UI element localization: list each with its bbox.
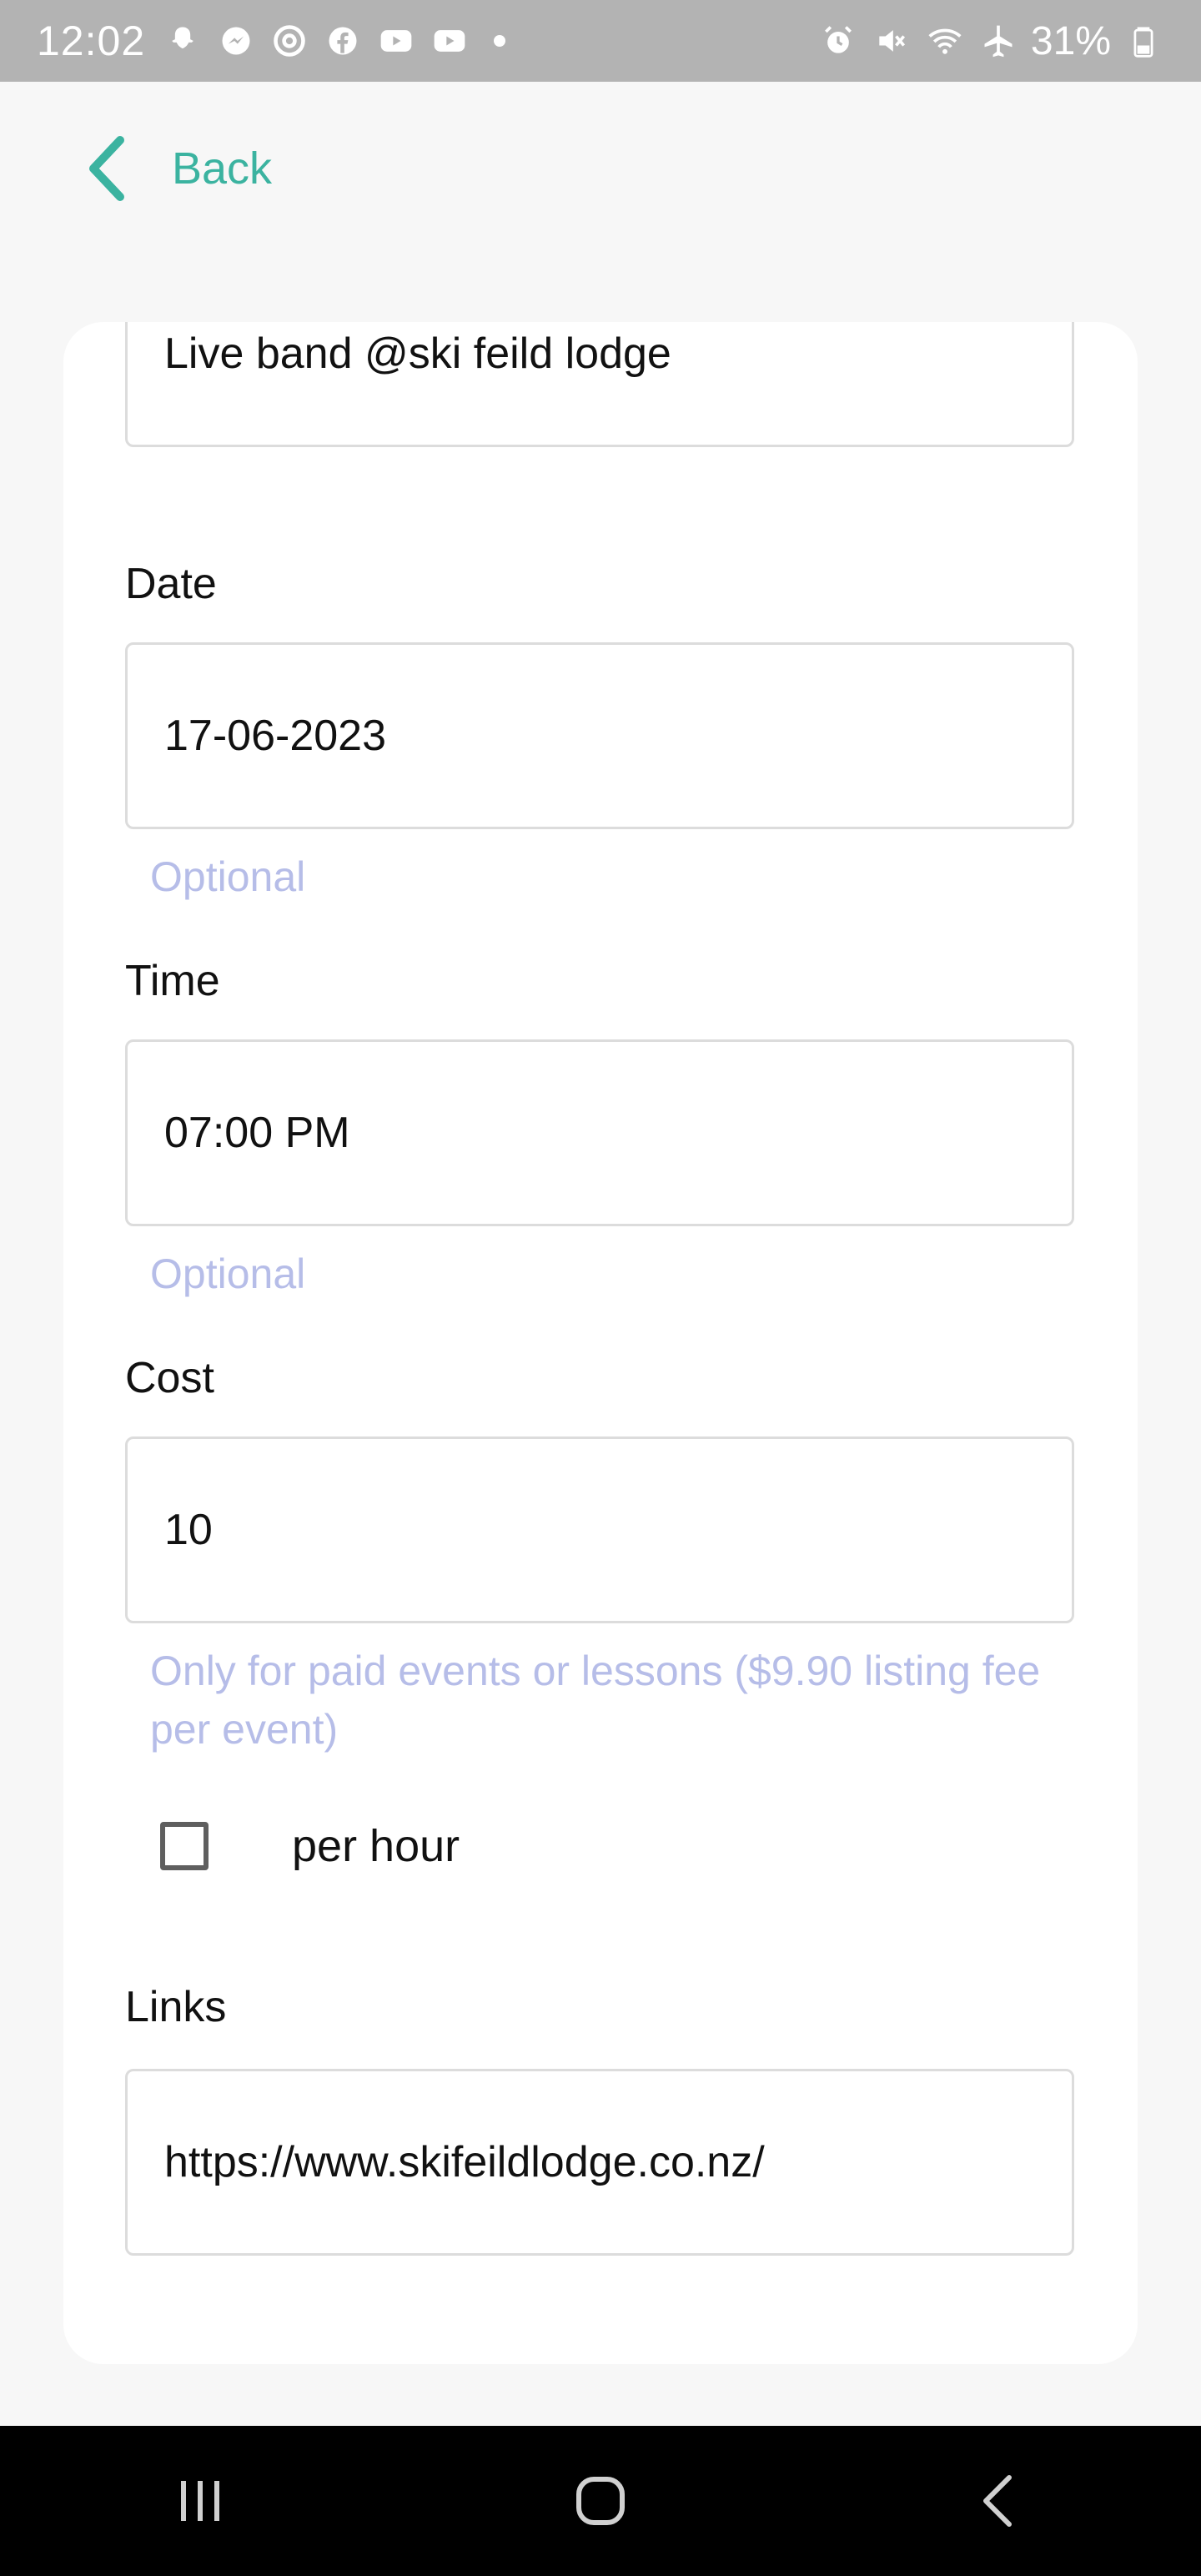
- title-input[interactable]: Live band @ski feild lodge: [125, 322, 1074, 447]
- navigation-bar: [0, 2426, 1201, 2576]
- title-value: Live band @ski feild lodge: [164, 330, 671, 378]
- per-hour-option[interactable]: per hour: [160, 1820, 460, 1872]
- cost-input[interactable]: 10: [125, 1436, 1074, 1623]
- time-hint: Optional: [150, 1250, 306, 1297]
- alarm-icon: [817, 20, 859, 62]
- date-value: 17-06-2023: [164, 712, 386, 760]
- cost-hint: Only for paid events or lessons ($9.90 l…: [150, 1648, 1041, 1753]
- cost-label: Cost: [125, 1354, 214, 1402]
- facebook-icon: [322, 20, 364, 62]
- snapchat-icon: [162, 20, 204, 62]
- status-time: 12:02: [37, 18, 146, 64]
- back-icon: [983, 2475, 1012, 2527]
- mute-icon: [871, 20, 912, 62]
- per-hour-checkbox[interactable]: [160, 1822, 209, 1870]
- time-label: Time: [125, 957, 220, 1005]
- youtube-icon: [429, 20, 470, 62]
- date-label: Date: [125, 560, 217, 608]
- date-input[interactable]: 17-06-2023: [125, 642, 1074, 829]
- per-hour-label: per hour: [292, 1821, 460, 1871]
- chrome-icon: [269, 20, 310, 62]
- back-label: Back: [172, 143, 273, 194]
- airplane-icon: [977, 20, 1019, 62]
- chevron-left-icon: [89, 136, 124, 201]
- home-button[interactable]: [542, 2459, 659, 2543]
- event-form-card: Live band @ski feild lodge Date 17-06-20…: [63, 322, 1138, 2364]
- cost-value: 10: [164, 1506, 213, 1554]
- status-bar: 12:02 31%: [0, 0, 1201, 82]
- links-input[interactable]: https://www.skifeildlodge.co.nz/: [125, 2069, 1074, 2256]
- links-value: https://www.skifeildlodge.co.nz/: [164, 2138, 765, 2186]
- links-label: Links: [125, 1983, 227, 2031]
- recent-apps-button[interactable]: [142, 2459, 259, 2543]
- messenger-icon: [215, 20, 257, 62]
- system-back-button[interactable]: [942, 2459, 1059, 2543]
- battery-percent: 31%: [1030, 18, 1111, 63]
- back-button[interactable]: Back: [83, 133, 272, 204]
- status-right: 31%: [817, 18, 1164, 64]
- status-left: 12:02: [37, 17, 506, 65]
- battery-icon: [1123, 20, 1164, 62]
- time-value: 07:00 PM: [164, 1109, 350, 1157]
- youtube-icon: [375, 20, 417, 62]
- more-notifications-dot: [494, 35, 506, 47]
- recent-apps-icon: [181, 2481, 219, 2521]
- date-hint: Optional: [150, 853, 306, 900]
- wifi-icon: [924, 20, 966, 62]
- home-icon: [576, 2477, 625, 2525]
- time-input[interactable]: 07:00 PM: [125, 1039, 1074, 1226]
